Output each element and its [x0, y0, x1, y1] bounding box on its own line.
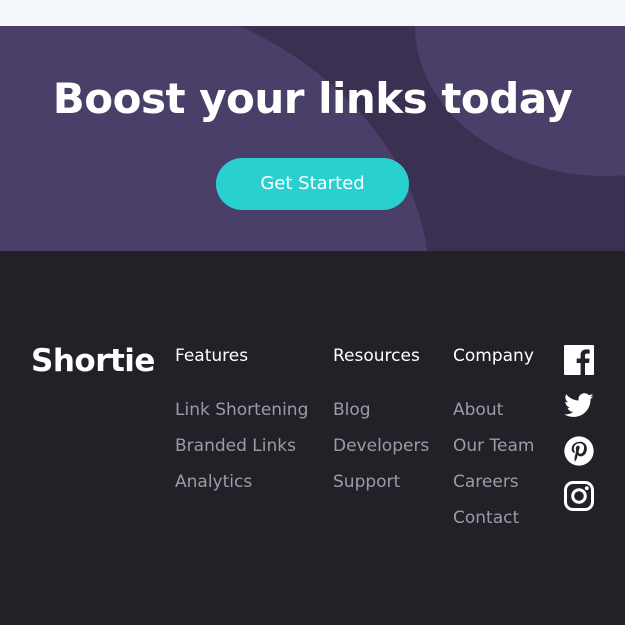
footer-column-features: Features Link Shortening Branded Links A…	[175, 345, 308, 507]
facebook-icon[interactable]	[563, 344, 595, 376]
footer-link[interactable]: Analytics	[175, 471, 308, 507]
footer-link[interactable]: Link Shortening	[175, 399, 308, 435]
column-title: Resources	[333, 346, 420, 366]
link-list: About Our Team Careers Contact	[453, 399, 534, 543]
twitter-icon[interactable]	[563, 390, 595, 422]
link-list: Blog Developers Support	[333, 399, 429, 507]
column-title: Features	[175, 346, 249, 366]
get-started-button[interactable]: Get Started	[216, 158, 409, 210]
pinterest-icon[interactable]	[563, 435, 595, 467]
footer-link[interactable]: Our Team	[453, 435, 534, 471]
footer-link[interactable]: Developers	[333, 435, 429, 471]
top-strip	[0, 0, 625, 26]
footer: Shortie Features Link Shortening Branded…	[0, 251, 625, 625]
footer-link[interactable]: Contact	[453, 507, 534, 543]
link-list: Link Shortening Branded Links Analytics	[175, 399, 308, 507]
column-title: Company	[453, 346, 534, 366]
logo[interactable]: Shortie	[31, 343, 155, 379]
boost-heading: Boost your links today	[52, 74, 573, 123]
footer-link[interactable]: Blog	[333, 399, 429, 435]
background-shape	[0, 26, 430, 251]
footer-link[interactable]: About	[453, 399, 534, 435]
footer-link[interactable]: Support	[333, 471, 429, 507]
footer-link[interactable]: Branded Links	[175, 435, 308, 471]
footer-column-resources: Resources Blog Developers Support	[333, 345, 429, 507]
instagram-icon[interactable]	[563, 480, 595, 512]
footer-column-company: Company About Our Team Careers Contact	[453, 345, 534, 543]
boost-section: Boost your links today Get Started	[0, 26, 625, 251]
footer-link[interactable]: Careers	[453, 471, 534, 507]
